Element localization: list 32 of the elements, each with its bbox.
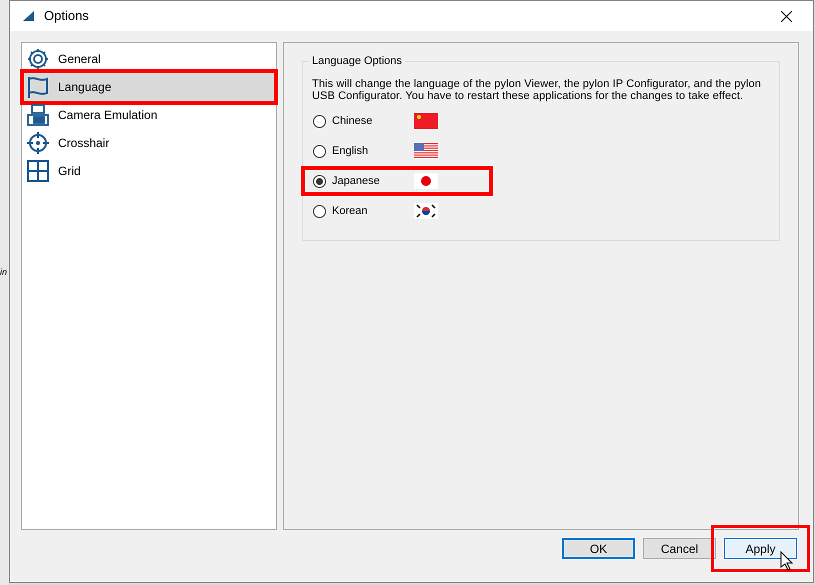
pointer-icon (780, 551, 793, 571)
grid-icon (26, 159, 50, 183)
sidebar-item[interactable]: Crosshair (24, 129, 274, 157)
dialog-button[interactable]: Apply (724, 538, 797, 559)
close-icon (780, 10, 792, 22)
flag-icon (414, 113, 438, 129)
sidebar-item[interactable]: Language (24, 73, 274, 101)
background-text: in (0, 266, 8, 279)
window-title: Options (44, 7, 89, 26)
radio-button[interactable] (313, 204, 326, 218)
flag-icon (414, 173, 438, 189)
group-title: Language Options (309, 54, 405, 68)
dialog-button[interactable]: Cancel (643, 538, 716, 559)
language-option[interactable]: Korean (301, 196, 493, 226)
sidebar-item[interactable]: Grid (24, 157, 274, 185)
description-text: This will change the language of the pylon Viewer, the pylon IP Configurator, and the pylon USB Configurator. You have to restart these applications for the changes to take effect. (312, 78, 762, 102)
language-option[interactable]: English (301, 136, 493, 166)
radio-button[interactable] (313, 174, 326, 188)
dialog-button[interactable]: OK (562, 538, 635, 559)
gear-icon (26, 47, 50, 71)
language-option[interactable]: Chinese (301, 106, 493, 136)
flag-icon (414, 203, 438, 219)
radio-button[interactable] (313, 114, 326, 128)
crosshair-icon (26, 131, 50, 155)
flag-icon (26, 75, 50, 99)
flag-icon (414, 143, 438, 159)
app-icon (22, 10, 36, 22)
camera-icon (26, 103, 50, 127)
radio-button[interactable] (313, 144, 326, 158)
language-option[interactable]: Japanese (301, 166, 493, 196)
sidebar-item[interactable]: Camera Emulation (24, 101, 274, 129)
sidebar-item[interactable]: General (24, 45, 274, 73)
